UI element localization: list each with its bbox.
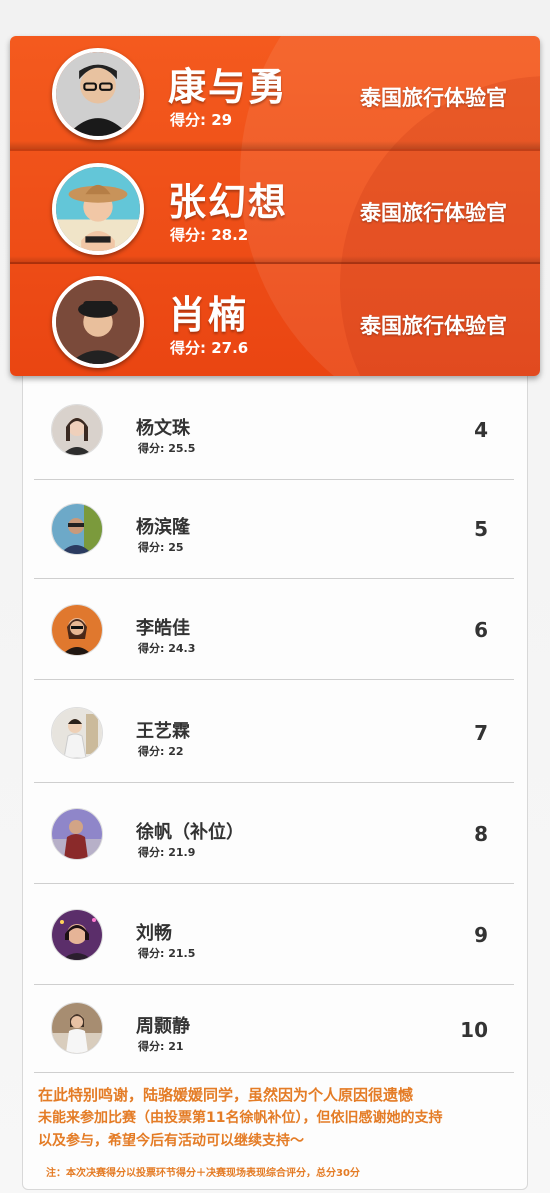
- avatar-portrait-icon: [52, 504, 102, 554]
- avatar: [51, 503, 103, 555]
- top-row-1[interactable]: 康与勇 得分: 29 泰国旅行体验官: [10, 36, 540, 149]
- rank-number: 10: [460, 1018, 488, 1042]
- scoring-note: 注：本次决赛得分以投票环节得分＋决赛现场表现综合评分，总分30分: [46, 1168, 360, 1179]
- contestant-score: 得分: 21: [138, 1040, 184, 1053]
- contestant-name: 刘畅: [136, 923, 172, 944]
- contestant-name: 杨滨隆: [136, 517, 190, 538]
- list-item[interactable]: 周颢静 得分: 21 10: [34, 982, 514, 1073]
- avatar: [52, 48, 144, 140]
- avatar-portrait-woman-cap-icon: [56, 280, 140, 364]
- contestant-score: 得分: 21.9: [138, 846, 196, 859]
- contestant-title: 泰国旅行体验官: [360, 314, 507, 338]
- top-row-3[interactable]: 肖楠 得分: 27.6 泰国旅行体验官: [10, 262, 540, 376]
- list-item[interactable]: 徐帆（补位） 得分: 21.9 8: [34, 782, 514, 884]
- avatar-portrait-icon: [52, 1003, 102, 1053]
- avatar: [51, 707, 103, 759]
- avatar: [51, 404, 103, 456]
- contestant-score: 得分: 29: [170, 111, 233, 129]
- contestant-score: 得分: 25.5: [138, 442, 196, 455]
- avatar: [52, 276, 144, 368]
- avatar: [51, 909, 103, 961]
- rank-number: 7: [474, 721, 488, 745]
- list-item[interactable]: 杨文珠 得分: 25.5 4: [34, 378, 514, 480]
- avatar-portrait-icon: [52, 405, 102, 455]
- contestant-score: 得分: 28.2: [170, 226, 249, 244]
- rank-number: 5: [474, 517, 488, 541]
- contestant-name: 王艺霖: [136, 721, 190, 742]
- avatar-portrait-icon: [52, 910, 102, 960]
- contestant-score: 得分: 22: [138, 745, 184, 758]
- contestant-score: 得分: 21.5: [138, 947, 196, 960]
- contestant-name: 徐帆（补位）: [136, 822, 244, 843]
- avatar: [52, 163, 144, 255]
- rank-number: 6: [474, 618, 488, 642]
- contestant-name: 周颢静: [136, 1016, 190, 1037]
- rank-number: 8: [474, 822, 488, 846]
- contestant-title: 泰国旅行体验官: [360, 86, 507, 110]
- avatar: [51, 808, 103, 860]
- contestant-name: 张幻想: [168, 180, 289, 224]
- list-item[interactable]: 王艺霖 得分: 22 7: [34, 681, 514, 783]
- avatar-portrait-icon: [52, 809, 102, 859]
- contestant-name: 杨文珠: [136, 418, 190, 439]
- page: 康与勇 得分: 29 泰国旅行体验官 张幻想 得分: 28.2 泰国旅行体验官 …: [0, 0, 550, 1193]
- avatar-portrait-icon: [52, 708, 102, 758]
- avatar: [51, 1002, 103, 1054]
- top-row-2[interactable]: 张幻想 得分: 28.2 泰国旅行体验官: [10, 149, 540, 264]
- rank-number: 9: [474, 923, 488, 947]
- contestant-name: 李皓佳: [136, 618, 190, 639]
- avatar-portrait-icon: [52, 605, 102, 655]
- contestant-score: 得分: 27.6: [170, 339, 249, 357]
- avatar: [51, 604, 103, 656]
- thanks-note: 在此特别鸣谢，陆骆媛媛同学，虽然因为个人原因很遗憾 未能来参加比赛（由投票第11…: [38, 1086, 443, 1149]
- list-item[interactable]: 杨滨隆 得分: 25 5: [34, 477, 514, 579]
- avatar-portrait-woman-hat-icon: [56, 167, 140, 251]
- top-three-panel: 康与勇 得分: 29 泰国旅行体验官 张幻想 得分: 28.2 泰国旅行体验官 …: [10, 36, 540, 376]
- list-item[interactable]: 刘畅 得分: 21.5 9: [34, 883, 514, 985]
- contestant-score: 得分: 25: [138, 541, 184, 554]
- contestant-name: 康与勇: [168, 65, 289, 109]
- contestant-name: 肖楠: [168, 293, 249, 337]
- rank-number: 4: [474, 418, 488, 442]
- contestant-score: 得分: 24.3: [138, 642, 196, 655]
- avatar-portrait-man-glasses-icon: [56, 52, 140, 136]
- list-item[interactable]: 李皓佳 得分: 24.3 6: [34, 578, 514, 680]
- contestant-title: 泰国旅行体验官: [360, 201, 507, 225]
